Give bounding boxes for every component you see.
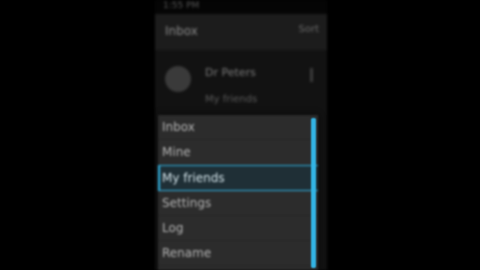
- menu-item-inbox[interactable]: Inbox: [158, 115, 318, 140]
- row-indicator: [310, 68, 313, 82]
- sort-button[interactable]: Sort: [299, 24, 320, 35]
- menu-item-label: Mine: [162, 145, 191, 159]
- status-time: 1:55 PM: [163, 1, 200, 11]
- status-bar: 1:55 PM: [155, 0, 327, 14]
- menu-item-my-friends[interactable]: My friends: [158, 165, 318, 191]
- menu-item-label: Settings: [162, 196, 212, 210]
- menu-item-label: Log: [162, 221, 184, 235]
- menu-item-rename[interactable]: Rename: [158, 241, 318, 266]
- menu-scrollbar[interactable]: [311, 118, 316, 268]
- menu-item-label: My friends: [162, 171, 225, 185]
- dropdown-menu: Inbox Mine My friends Settings Log Renam…: [158, 115, 318, 270]
- menu-item-label: Rename: [162, 246, 212, 260]
- avatar: [165, 66, 191, 92]
- menu-item-log[interactable]: Log: [158, 216, 318, 241]
- action-bar: Inbox Sort: [155, 14, 327, 51]
- screen: 1:55 PM Inbox Sort Dr Peters My friends …: [0, 0, 480, 270]
- selection-accent: [158, 166, 160, 190]
- profile-name: Dr Peters: [205, 66, 256, 79]
- menu-item-label: Inbox: [162, 120, 195, 134]
- menu-item-settings[interactable]: Settings: [158, 191, 318, 216]
- app-title: Inbox: [165, 24, 198, 38]
- profile-subtitle: My friends: [205, 94, 258, 105]
- menu-item-mine[interactable]: Mine: [158, 140, 318, 165]
